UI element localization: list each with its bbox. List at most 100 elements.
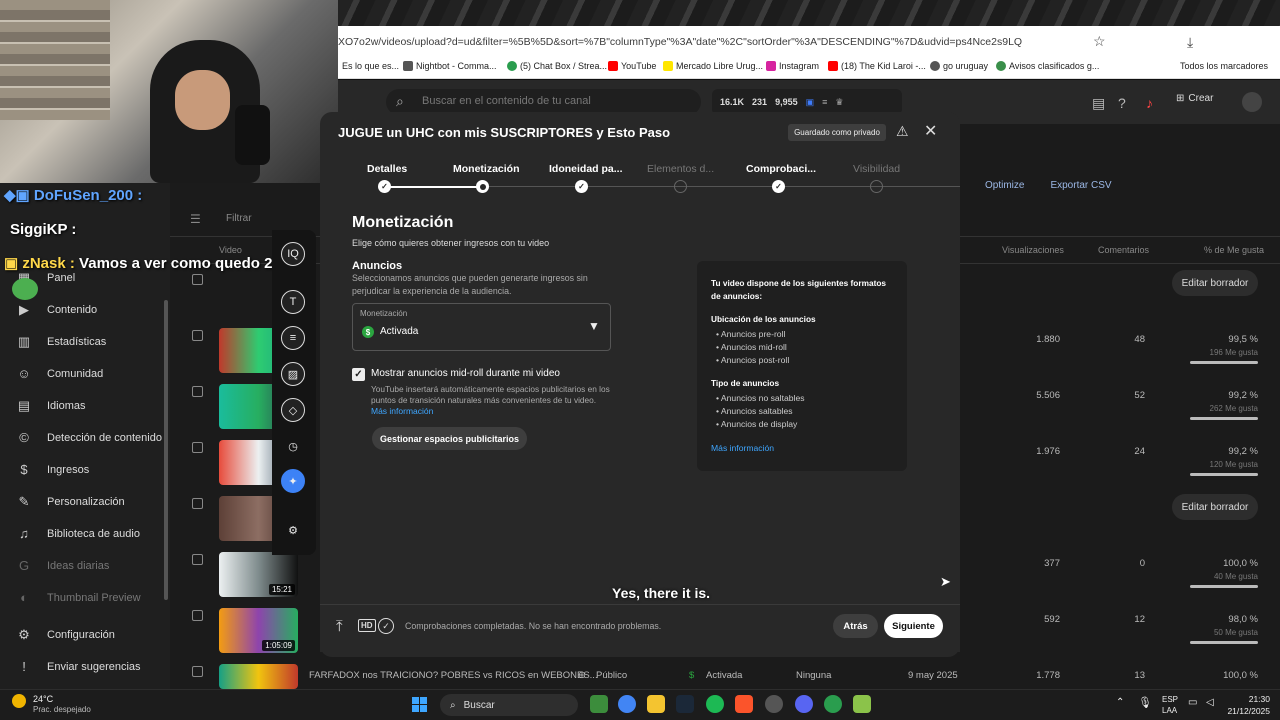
step-suitability[interactable]: Idoneidad pa... bbox=[549, 163, 623, 175]
midroll-more-info-link[interactable]: Más información bbox=[371, 406, 433, 416]
messages-icon[interactable]: ▤ bbox=[1092, 95, 1105, 112]
chrome-icon[interactable] bbox=[618, 695, 636, 713]
download-icon[interactable]: ⤓ bbox=[1187, 34, 1193, 51]
input-layout[interactable]: LAA bbox=[1162, 706, 1177, 715]
all-bookmarks-folder[interactable]: Todos los marcadores bbox=[1180, 61, 1268, 71]
column-likes[interactable]: % de Me gusta bbox=[1204, 245, 1264, 255]
bookmark-star-icon[interactable]: ☆ bbox=[1093, 33, 1106, 50]
sidebar-item[interactable]: ♫ Biblioteca de audio bbox=[15, 526, 140, 541]
iq-tool-icon[interactable]: IQ bbox=[281, 242, 305, 266]
back-button[interactable]: Atrás bbox=[833, 614, 878, 638]
brave-icon[interactable] bbox=[735, 695, 753, 713]
steam-icon[interactable] bbox=[676, 695, 694, 713]
step-done-check-icon[interactable]: ✓ bbox=[378, 180, 391, 193]
chevron-down-icon[interactable]: ▼ bbox=[588, 319, 600, 333]
sidebar-item[interactable]: ▤ Idiomas bbox=[15, 398, 86, 414]
create-button[interactable]: ⊞ Crear bbox=[1176, 93, 1213, 104]
bookmark-item[interactable]: (18) The Kid Laroi -... bbox=[828, 61, 926, 71]
input-language[interactable]: ESP bbox=[1162, 695, 1178, 704]
step-visibility[interactable]: Visibilidad bbox=[853, 163, 900, 175]
bookmark-item[interactable]: Avisos clasificados g... bbox=[996, 61, 1099, 71]
bookmark-item[interactable]: Es lo que es... bbox=[342, 61, 399, 71]
clock-date[interactable]: 21/12/2025 bbox=[1222, 706, 1270, 716]
app-icon[interactable] bbox=[853, 695, 871, 713]
microphone-icon[interactable]: 🎙 bbox=[1138, 696, 1152, 709]
ad-formats-more-info-link[interactable]: Más información bbox=[711, 443, 774, 453]
step-monetization[interactable]: Monetización bbox=[453, 163, 520, 175]
video-thumbnail[interactable]: 1:05:09 bbox=[219, 608, 298, 653]
step-details[interactable]: Detalles bbox=[367, 163, 407, 175]
edit-draft-button[interactable]: Editar borrador bbox=[1172, 494, 1258, 520]
file-explorer-icon[interactable] bbox=[647, 695, 665, 713]
bookmark-item[interactable]: (5) Chat Box / Strea... bbox=[507, 61, 607, 71]
bookmark-item[interactable]: Instagram bbox=[766, 61, 819, 71]
step-elements[interactable]: Elementos d... bbox=[647, 163, 714, 175]
app-icon[interactable] bbox=[824, 695, 842, 713]
tray-chevron-icon[interactable]: ⌃ bbox=[1116, 697, 1124, 708]
visibility-cell[interactable]: Público bbox=[596, 670, 627, 681]
sidebar-item[interactable]: ◐ Thumbnail Preview bbox=[15, 590, 140, 605]
sidebar-item[interactable]: $ Ingresos bbox=[15, 462, 89, 477]
step-done-check-icon[interactable]: ✓ bbox=[772, 180, 785, 193]
row-checkbox[interactable] bbox=[192, 554, 203, 565]
feedback-icon[interactable]: ⚠ bbox=[896, 123, 909, 140]
sidebar-item[interactable]: G Ideas diarias bbox=[15, 558, 109, 573]
video-title[interactable]: FARFADOX nos TRAICIONO? POBRES vs RICOS … bbox=[309, 670, 598, 681]
step-pending-icon[interactable] bbox=[870, 180, 883, 193]
help-icon[interactable]: ? bbox=[1118, 95, 1126, 111]
optimize-button[interactable]: Optimize bbox=[985, 180, 1024, 191]
sidebar-item[interactable]: ▶ Contenido bbox=[15, 302, 97, 318]
taskbar-search[interactable]: ⌕ Buscar bbox=[440, 694, 578, 716]
bookmark-item[interactable]: YouTube bbox=[608, 61, 656, 71]
obs-icon[interactable] bbox=[765, 695, 783, 713]
row-checkbox[interactable] bbox=[192, 666, 203, 677]
minecraft-icon[interactable] bbox=[590, 695, 608, 713]
network-icon[interactable]: ▭ bbox=[1188, 697, 1197, 708]
step-done-check-icon[interactable]: ✓ bbox=[575, 180, 588, 193]
tags-tool-icon[interactable]: ◇ bbox=[281, 398, 305, 422]
sidebar-scrollbar[interactable] bbox=[164, 300, 168, 600]
filter-icon[interactable]: ☰ bbox=[190, 212, 201, 226]
sidebar-item[interactable]: © Detección de contenido bbox=[15, 430, 162, 445]
windows-start-icon[interactable] bbox=[412, 697, 427, 712]
history-tool-icon[interactable]: ◷ bbox=[281, 434, 305, 458]
volume-icon[interactable]: ◁ bbox=[1206, 697, 1214, 708]
edit-draft-button[interactable]: Editar borrador bbox=[1172, 270, 1258, 296]
sidebar-item[interactable]: ! Enviar sugerencias bbox=[15, 659, 140, 674]
next-button[interactable]: Siguiente bbox=[884, 614, 943, 638]
description-tool-icon[interactable]: ≡ bbox=[281, 326, 305, 350]
discord-icon[interactable] bbox=[795, 695, 813, 713]
hd-icon[interactable]: HD bbox=[358, 619, 376, 632]
row-checkbox[interactable] bbox=[192, 442, 203, 453]
row-checkbox[interactable] bbox=[192, 386, 203, 397]
bookmark-item[interactable]: go uruguay bbox=[930, 61, 988, 71]
clock-time[interactable]: 21:30 bbox=[1230, 694, 1270, 704]
notifications-icon[interactable]: ♪ bbox=[1146, 95, 1153, 111]
column-comments[interactable]: Comentarios bbox=[1098, 245, 1149, 255]
step-pending-icon[interactable] bbox=[674, 180, 687, 193]
sidebar-item[interactable]: ▥ Estadísticas bbox=[15, 334, 106, 350]
video-thumbnail[interactable]: 15:21 bbox=[219, 552, 298, 597]
monetization-select-value[interactable]: Activada bbox=[380, 326, 418, 337]
account-avatar[interactable] bbox=[1242, 92, 1262, 112]
export-csv-button[interactable]: Exportar CSV bbox=[1050, 180, 1111, 191]
thumbnail-tool-icon[interactable]: ▨ bbox=[281, 362, 305, 386]
midroll-checkbox[interactable]: ✓ bbox=[352, 368, 365, 381]
url-text[interactable]: XO7o2w/videos/upload?d=ud&filter=%5B%5D&… bbox=[338, 36, 1088, 48]
text-tool-icon[interactable]: T bbox=[281, 290, 305, 314]
video-thumbnail[interactable] bbox=[219, 664, 298, 689]
row-checkbox[interactable] bbox=[192, 330, 203, 341]
midroll-label[interactable]: Mostrar anuncios mid-roll durante mi vid… bbox=[371, 368, 560, 379]
manage-ad-breaks-button[interactable]: Gestionar espacios publicitarios bbox=[372, 427, 527, 450]
weather-sun-icon[interactable] bbox=[12, 694, 26, 708]
step-checks[interactable]: Comprobaci... bbox=[746, 163, 816, 175]
settings-tool-icon[interactable]: ⚙ bbox=[281, 518, 305, 542]
sidebar-item[interactable]: ✎ Personalización bbox=[15, 494, 125, 510]
column-views[interactable]: Visualizaciones bbox=[1002, 245, 1064, 255]
step-current-icon[interactable] bbox=[476, 180, 489, 193]
upload-icon[interactable]: ⤒ bbox=[336, 618, 343, 635]
bookmark-item[interactable]: Mercado Libre Urug... bbox=[663, 61, 763, 71]
spotify-icon[interactable] bbox=[706, 695, 724, 713]
sidebar-item[interactable]: ⚙ Configuración bbox=[15, 627, 115, 643]
sparkle-tool-icon[interactable]: ✦ bbox=[281, 469, 305, 493]
